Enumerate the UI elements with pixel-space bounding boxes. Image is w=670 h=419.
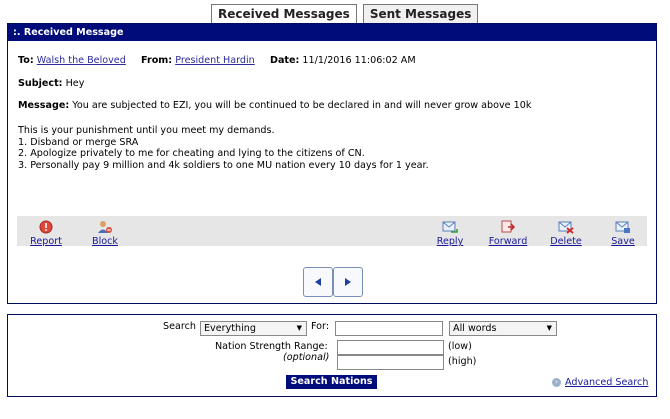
subject-label: Subject: — [18, 78, 63, 89]
chevron-down-icon: ▼ — [546, 324, 552, 332]
body-line: 3. Personally pay 9 million and 4k soldi… — [18, 160, 429, 171]
report-button[interactable]: Report — [28, 220, 64, 247]
reply-label: Reply — [436, 236, 464, 247]
from-label: From: — [141, 55, 173, 66]
reply-button[interactable]: Reply — [435, 220, 465, 247]
search-label: Search — [163, 321, 196, 332]
next-message-button[interactable] — [333, 267, 363, 297]
low-label: (low) — [448, 341, 472, 352]
tab-sent-messages[interactable]: Sent Messages — [362, 4, 479, 25]
panel-header: :. Received Message — [8, 24, 656, 41]
delete-button[interactable]: Delete — [548, 220, 584, 247]
chevron-down-icon: ▼ — [296, 324, 302, 332]
strength-low-input[interactable] — [337, 340, 444, 355]
message-first-text: You are subjected to EZI, you will be co… — [72, 100, 532, 111]
message-meta: To: Walsh the Beloved From: President Ha… — [18, 55, 416, 66]
search-nations-button[interactable]: Search Nations — [286, 375, 377, 389]
message-first-line: Message: You are subjected to EZI, you w… — [18, 100, 531, 111]
arrow-left-icon — [315, 278, 321, 286]
strength-high-input[interactable] — [337, 355, 444, 370]
received-message-panel: :. Received Message To: Walsh the Belove… — [7, 23, 657, 304]
to-link[interactable]: Walsh the Beloved — [37, 55, 126, 66]
arrow-right-icon — [345, 278, 351, 286]
search-scope-select[interactable]: Everything ▼ — [200, 321, 307, 336]
block-button[interactable]: Block — [90, 220, 120, 247]
body-line: This is your punishment until you meet m… — [18, 125, 275, 136]
message-pager — [303, 267, 363, 297]
block-label: Block — [92, 236, 118, 247]
forward-icon — [501, 220, 516, 233]
previous-message-button[interactable] — [303, 267, 333, 297]
subject-value: Hey — [65, 78, 85, 89]
delete-icon — [558, 221, 574, 234]
search-scope-value: Everything — [204, 323, 256, 334]
search-input[interactable] — [335, 321, 443, 336]
for-label: For: — [311, 321, 330, 332]
strength-range-label: Nation Strength Range: — [215, 341, 328, 352]
tab-received-messages[interactable]: Received Messages — [211, 4, 357, 25]
date-label: Date: — [269, 55, 300, 66]
arrow-circle-icon: › — [552, 377, 561, 387]
forward-button[interactable]: Forward — [486, 220, 530, 247]
message-tabs: Received Messages Sent Messages — [211, 4, 479, 25]
save-icon — [615, 221, 630, 233]
body-line: 2. Apologize privately to me for cheatin… — [18, 148, 365, 159]
forward-label: Forward — [488, 236, 528, 247]
match-mode-select[interactable]: All words ▼ — [449, 321, 557, 336]
message-label: Message: — [18, 100, 70, 111]
from-link[interactable]: President Hardin — [175, 55, 255, 66]
advanced-search[interactable]: › Advanced Search — [552, 377, 648, 388]
report-label: Report — [30, 236, 62, 247]
reply-icon — [442, 221, 458, 233]
subject-line: Subject: Hey — [18, 78, 84, 89]
to-label: To: — [18, 55, 34, 66]
delete-label: Delete — [550, 236, 582, 247]
report-icon — [39, 220, 53, 234]
high-label: (high) — [448, 356, 477, 367]
body-line: 1. Disband or merge SRA — [18, 137, 139, 148]
optional-label: (optional) — [283, 352, 330, 363]
save-button[interactable]: Save — [608, 220, 638, 247]
save-label: Save — [611, 236, 635, 247]
block-user-icon — [98, 221, 112, 233]
date-value: 11/1/2016 11:06:02 AM — [302, 55, 416, 66]
advanced-search-link[interactable]: Advanced Search — [565, 377, 648, 388]
match-mode-value: All words — [453, 323, 497, 334]
